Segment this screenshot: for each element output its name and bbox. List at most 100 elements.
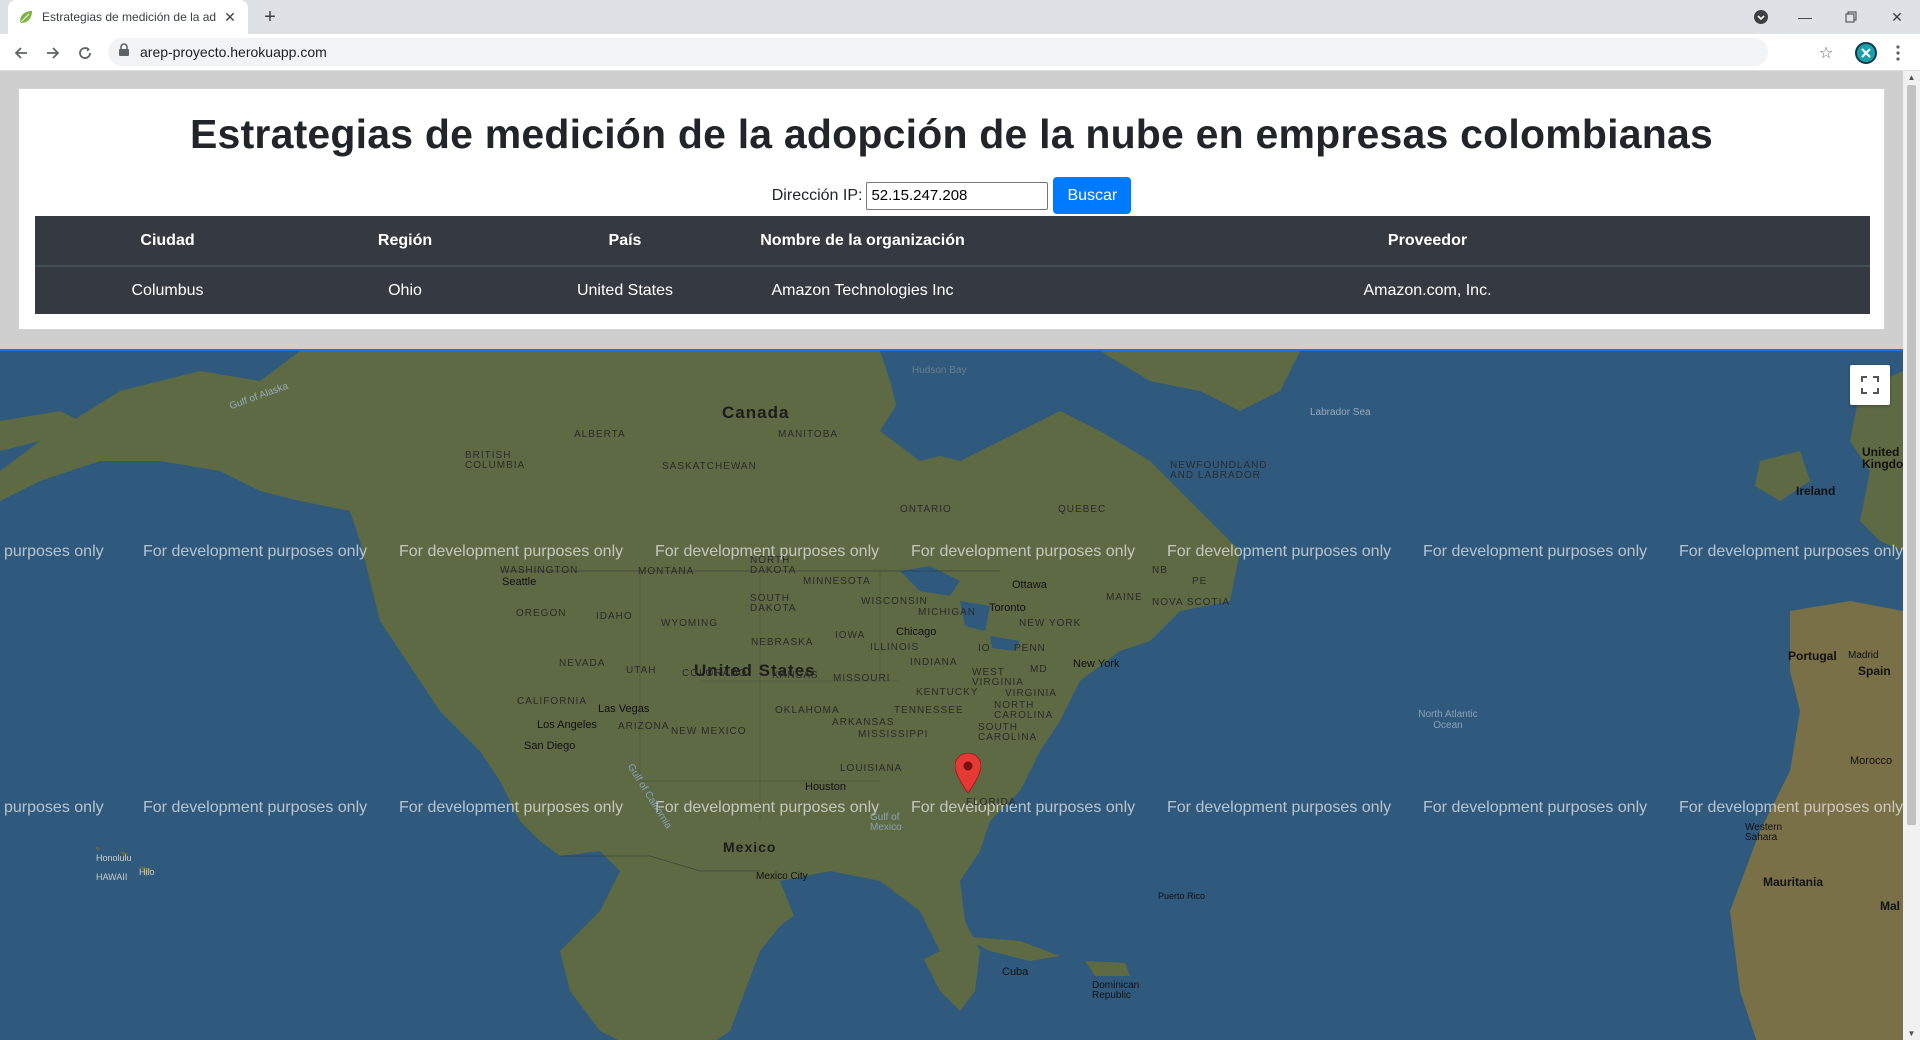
scrollbar-thumb[interactable] [1907,85,1916,825]
watermark: For development purposes only [911,543,1136,560]
watermark: For development purposes only [911,799,1136,816]
label-hudson-bay: Hudson Bay [912,365,967,376]
watermark: For development purposes only [1167,543,1392,560]
header-region: Región [300,216,510,267]
restore-button[interactable] [1828,0,1874,34]
browser-toolbar: arep-proyecto.herokuapp.com ☆ [0,34,1920,71]
label-california: CALIFORNIA [517,696,588,707]
label-toronto: Toronto [989,602,1026,614]
watermark: For development purposes only [1423,543,1648,560]
watermark: For development purposes only [1167,799,1392,816]
watermark: For development purposes only [1679,799,1903,816]
label-north-carolina: NORTH CAROLINA [994,700,1054,721]
cell-organization: Amazon Technologies Inc [771,281,954,299]
label-manitoba: MANITOBA [778,429,839,440]
label-michigan: MICHIGAN [918,607,976,618]
label-md: MD [1030,664,1048,675]
watermark: For development purposes only [1423,799,1648,816]
label-arizona: ARIZONA [618,721,670,732]
label-iowa: IOWA [835,630,866,641]
location-pin-icon[interactable] [955,753,981,793]
label-western-sahara: Western Sahara [1745,822,1783,843]
reload-icon[interactable] [72,40,98,66]
header-provider: Proveedor [985,216,1870,267]
fullscreen-icon [1861,376,1879,394]
label-oregon: OREGON [516,608,567,619]
label-nebraska: NEBRASKA [751,637,814,648]
label-nova-scotia: NOVA SCOTIA [1152,597,1231,608]
label-gulf-of-mexico: Gulf of Mexico [870,812,902,833]
header-organization: Nombre de la organización [740,216,985,267]
cell-provider: Amazon.com, Inc. [1363,281,1492,299]
label-idaho: IDAHO [596,611,633,622]
header-city: Ciudad [35,216,300,267]
label-cuba: Cuba [1002,966,1029,978]
profile-dropdown-icon[interactable] [1738,0,1784,34]
header-card: Estrategias de medición de la adopción d… [18,88,1885,330]
label-kansas: KANSAS [772,670,819,681]
watermark: purposes only [4,543,104,560]
label-indiana: INDIANA [910,657,958,668]
label-spain: Spain [1858,664,1891,678]
back-arrow-icon[interactable] [8,40,34,66]
new-tab-button[interactable]: + [258,6,282,30]
label-utah: UTAH [626,665,657,676]
label-saskatchewan: SASKATCHEWAN [662,461,757,472]
address-bar[interactable]: arep-proyecto.herokuapp.com [108,38,1768,66]
header-country: País [510,216,740,267]
label-washington: WASHINGTON [500,565,579,576]
label-labrador-sea: Labrador Sea [1310,407,1371,418]
close-window-button[interactable]: ✕ [1874,0,1920,34]
watermark: For development purposes only [655,799,880,816]
scroll-up-icon[interactable]: ▲ [1907,73,1916,82]
label-united-kingdom: United Kingdom [1862,445,1903,471]
scroll-down-icon[interactable]: ▼ [1907,1029,1916,1038]
table-header-row: Ciudad Región País Nombre de la organiza… [35,216,1870,267]
label-puerto-rico: Puerto Rico [1158,891,1206,901]
label-new-mexico: NEW MEXICO [671,726,747,737]
ip-search-form: Dirección IP: Buscar [19,177,1884,214]
label-wyoming: WYOMING [661,618,718,629]
page-scrollbar[interactable]: ▲ ▼ [1903,71,1920,1040]
label-mauritania: Mauritania [1763,875,1824,889]
more-menu-icon[interactable] [1888,42,1908,64]
label-newfoundland: NEWFOUNDLAND AND LABRADOR [1170,460,1268,481]
watermark: For development purposes only [399,799,624,816]
label-san-diego: San Diego [524,740,576,752]
label-alberta: ALBERTA [574,429,626,440]
tab-strip: Estrategias de medición de la adopción d… [0,0,1920,34]
label-madrid: Madrid [1848,650,1879,661]
ip-input[interactable] [866,181,1049,210]
label-pennsylvania: PENN [1014,643,1046,654]
label-morocco: Morocco [1850,755,1893,767]
url-text: arep-proyecto.herokuapp.com [140,44,327,60]
label-mississippi: MISSISSIPPI [858,729,929,740]
label-tennessee: TENNESSEE [894,705,964,716]
cell-country: United States [576,281,674,299]
label-nevada: NEVADA [559,658,606,669]
google-map[interactable]: purposes only For development purposes o… [0,349,1903,1040]
label-colorado: COLORADO [682,668,748,679]
label-wisconsin: WISCONSIN [861,596,928,607]
ip-info-table: Ciudad Región País Nombre de la organiza… [35,216,1870,314]
label-hilo: Hilo [139,867,155,877]
label-south-dakota: SOUTH DAKOTA [750,593,797,614]
label-florida: FLORIDA [966,797,1017,808]
minimize-button[interactable]: — [1782,0,1828,34]
label-illinois: ILLINOIS [870,642,920,653]
tab-close-icon[interactable]: ✕ [222,9,238,25]
label-dominican-republic: Dominican Republic [1092,980,1140,1001]
browser-tab[interactable]: Estrategias de medición de la adopción d… [8,0,248,34]
label-portugal: Portugal [1788,649,1837,663]
label-new-york-state: NEW YORK [1019,618,1082,629]
forward-arrow-icon[interactable] [40,40,66,66]
label-minnesota: MINNESOTA [803,576,871,587]
bookmark-star-icon[interactable]: ☆ [1814,41,1838,65]
search-button[interactable]: Buscar [1053,177,1132,214]
label-north-dakota: NORTH DAKOTA [750,555,797,576]
extension-icon[interactable] [1855,42,1877,64]
watermark: For development purposes only [143,543,368,560]
label-west-virginia: WEST VIRGINIA [972,667,1024,688]
fullscreen-button[interactable] [1850,365,1890,405]
label-new-york: New York [1073,658,1120,670]
